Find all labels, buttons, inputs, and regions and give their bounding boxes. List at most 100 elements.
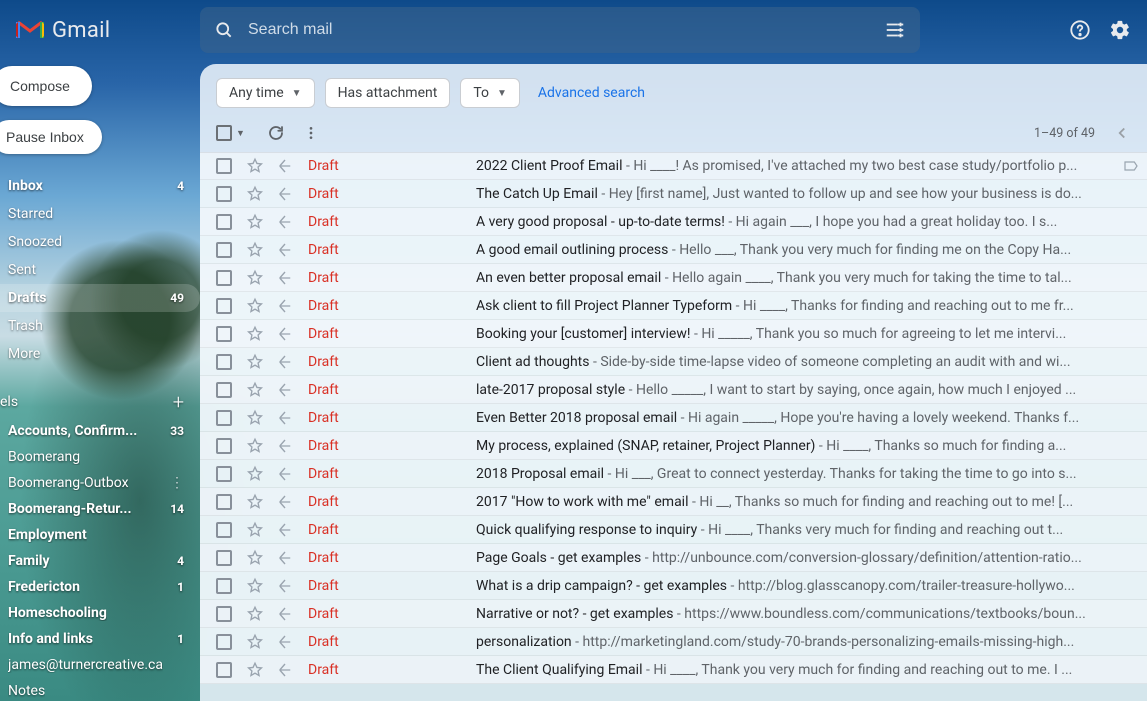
message-row[interactable]: DraftThe Client Qualifying Email - Hi __… xyxy=(200,656,1147,684)
row-checkbox[interactable] xyxy=(216,662,232,678)
row-checkbox[interactable] xyxy=(216,466,232,482)
nav-item-trash[interactable]: Trash xyxy=(0,312,200,340)
prev-page-icon[interactable] xyxy=(1113,124,1131,142)
message-row[interactable]: DraftWhat is a drip campaign? - get exam… xyxy=(200,572,1147,600)
label-tag-icon[interactable] xyxy=(1123,158,1139,174)
importance-icon[interactable] xyxy=(276,493,294,511)
message-row[interactable]: Draft2017 "How to work with me" email - … xyxy=(200,488,1147,516)
refresh-icon[interactable] xyxy=(267,124,285,142)
nav-item-sent[interactable]: Sent xyxy=(0,256,200,284)
star-icon[interactable] xyxy=(246,213,264,231)
row-checkbox[interactable] xyxy=(216,270,232,286)
label-item[interactable]: Employment xyxy=(0,522,200,548)
importance-icon[interactable] xyxy=(276,605,294,623)
nav-item-more[interactable]: More xyxy=(0,340,200,368)
star-icon[interactable] xyxy=(246,661,264,679)
star-icon[interactable] xyxy=(246,185,264,203)
importance-icon[interactable] xyxy=(276,157,294,175)
row-checkbox[interactable] xyxy=(216,242,232,258)
importance-icon[interactable] xyxy=(276,633,294,651)
message-row[interactable]: Draft2018 Proposal email - Hi ___, Great… xyxy=(200,460,1147,488)
label-item[interactable]: james@turnercreative.ca xyxy=(0,652,200,678)
importance-icon[interactable] xyxy=(276,269,294,287)
star-icon[interactable] xyxy=(246,493,264,511)
message-row[interactable]: DraftA very good proposal - up-to-date t… xyxy=(200,208,1147,236)
star-icon[interactable] xyxy=(246,353,264,371)
nav-item-snoozed[interactable]: Snoozed xyxy=(0,228,200,256)
label-item[interactable]: Boomerang-Outbox⋮ xyxy=(0,470,200,496)
importance-icon[interactable] xyxy=(276,213,294,231)
search-bar[interactable] xyxy=(200,7,920,53)
row-checkbox[interactable] xyxy=(216,214,232,230)
importance-icon[interactable] xyxy=(276,549,294,567)
message-row[interactable]: DraftClient ad thoughts - Side-by-side t… xyxy=(200,348,1147,376)
importance-icon[interactable] xyxy=(276,465,294,483)
search-options-icon[interactable] xyxy=(884,19,906,41)
message-row[interactable]: DraftAn even better proposal email - Hel… xyxy=(200,264,1147,292)
nav-item-drafts[interactable]: Drafts49 xyxy=(0,284,200,312)
star-icon[interactable] xyxy=(246,437,264,455)
filter-to[interactable]: To ▼ xyxy=(460,78,520,108)
row-checkbox[interactable] xyxy=(216,158,232,174)
star-icon[interactable] xyxy=(246,465,264,483)
label-item[interactable]: Accounts, Confirm...33 xyxy=(0,418,200,444)
importance-icon[interactable] xyxy=(276,325,294,343)
select-menu-caret-icon[interactable]: ▼ xyxy=(236,128,245,139)
row-checkbox[interactable] xyxy=(216,606,232,622)
message-row[interactable]: DraftThe Catch Up Email - Hey [first nam… xyxy=(200,180,1147,208)
message-row[interactable]: DraftA good email outlining process - He… xyxy=(200,236,1147,264)
message-row[interactable]: DraftAsk client to fill Project Planner … xyxy=(200,292,1147,320)
message-row[interactable]: Draft2022 Client Proof Email - Hi ____! … xyxy=(200,152,1147,180)
row-checkbox[interactable] xyxy=(216,186,232,202)
row-checkbox[interactable] xyxy=(216,410,232,426)
star-icon[interactable] xyxy=(246,157,264,175)
label-item[interactable]: Family4 xyxy=(0,548,200,574)
label-item[interactable]: Info and links1 xyxy=(0,626,200,652)
message-row[interactable]: DraftPage Goals - get examples - http://… xyxy=(200,544,1147,572)
message-row[interactable]: DraftEven Better 2018 proposal email - H… xyxy=(200,404,1147,432)
importance-icon[interactable] xyxy=(276,297,294,315)
filter-has-attachment[interactable]: Has attachment xyxy=(325,78,451,108)
importance-icon[interactable] xyxy=(276,185,294,203)
message-row[interactable]: Draftlate-2017 proposal style - Hello __… xyxy=(200,376,1147,404)
row-checkbox[interactable] xyxy=(216,298,232,314)
message-row[interactable]: DraftNarrative or not? - get examples - … xyxy=(200,600,1147,628)
add-label-icon[interactable]: + xyxy=(173,390,184,414)
row-checkbox[interactable] xyxy=(216,494,232,510)
message-row[interactable]: DraftMy process, explained (SNAP, retain… xyxy=(200,432,1147,460)
importance-icon[interactable] xyxy=(276,409,294,427)
importance-icon[interactable] xyxy=(276,521,294,539)
message-row[interactable]: DraftQuick qualifying response to inquir… xyxy=(200,516,1147,544)
label-item[interactable]: Homeschooling xyxy=(0,600,200,626)
star-icon[interactable] xyxy=(246,521,264,539)
star-icon[interactable] xyxy=(246,297,264,315)
label-more-icon[interactable]: ⋮ xyxy=(170,475,184,491)
row-checkbox[interactable] xyxy=(216,578,232,594)
star-icon[interactable] xyxy=(246,605,264,623)
label-item[interactable]: Fredericton1 xyxy=(0,574,200,600)
compose-button[interactable]: Compose xyxy=(0,66,92,106)
select-all-checkbox[interactable] xyxy=(216,125,232,141)
settings-gear-icon[interactable] xyxy=(1109,19,1131,41)
row-checkbox[interactable] xyxy=(216,550,232,566)
star-icon[interactable] xyxy=(246,381,264,399)
label-item[interactable]: Notes xyxy=(0,678,200,701)
star-icon[interactable] xyxy=(246,409,264,427)
message-row[interactable]: Draftpersonalization - http://marketingl… xyxy=(200,628,1147,656)
label-item[interactable]: Boomerang-Retur...14 xyxy=(0,496,200,522)
row-checkbox[interactable] xyxy=(216,382,232,398)
row-checkbox[interactable] xyxy=(216,438,232,454)
search-icon[interactable] xyxy=(214,20,234,40)
support-icon[interactable] xyxy=(1069,19,1091,41)
star-icon[interactable] xyxy=(246,549,264,567)
nav-item-inbox[interactable]: Inbox4 xyxy=(0,172,200,200)
message-row[interactable]: DraftBooking your [customer] interview! … xyxy=(200,320,1147,348)
importance-icon[interactable] xyxy=(276,437,294,455)
importance-icon[interactable] xyxy=(276,381,294,399)
pause-inbox-button[interactable]: Pause Inbox xyxy=(0,120,102,154)
nav-item-starred[interactable]: Starred xyxy=(0,200,200,228)
star-icon[interactable] xyxy=(246,241,264,259)
importance-icon[interactable] xyxy=(276,353,294,371)
star-icon[interactable] xyxy=(246,325,264,343)
label-item[interactable]: Boomerang xyxy=(0,444,200,470)
